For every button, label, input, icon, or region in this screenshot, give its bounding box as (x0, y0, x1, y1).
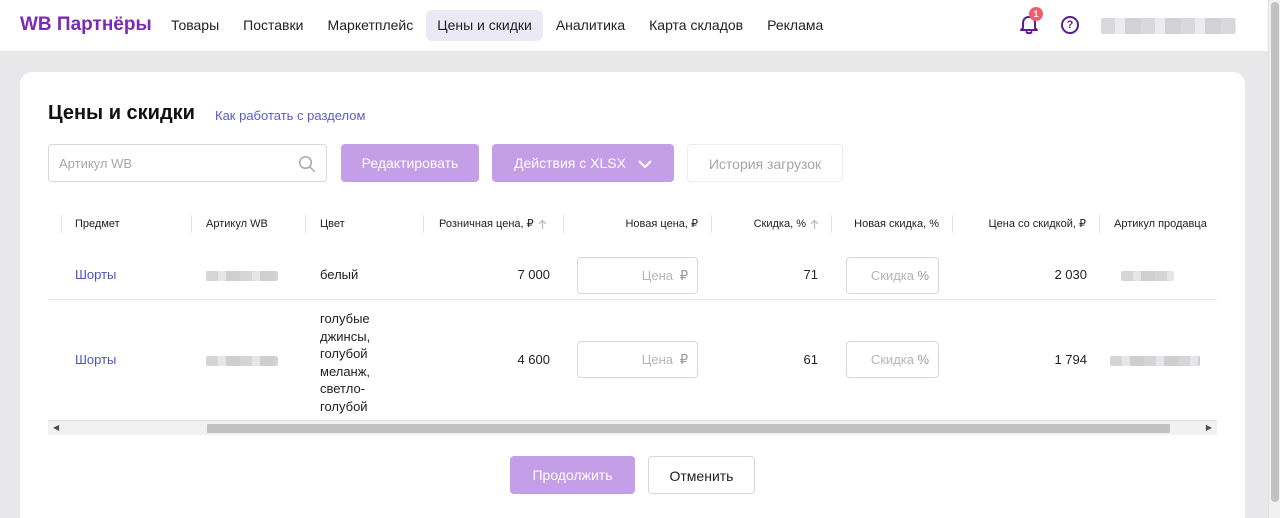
column-separator (191, 215, 192, 233)
column-header-new-price[interactable]: Новая цена, ₽ (578, 208, 698, 240)
subject-link[interactable]: Шорты (75, 267, 116, 282)
percent-suffix: % (917, 352, 929, 367)
search-icon[interactable] (298, 155, 316, 173)
column-header-discounted-price[interactable]: Цена со скидкой, ₽ (963, 208, 1087, 240)
seller-article-value (1121, 271, 1174, 281)
page-scrollbar[interactable] (1268, 0, 1280, 518)
xlsx-actions-button[interactable]: Действия с XLSX (492, 144, 674, 182)
new-discount-field: % (846, 257, 939, 294)
column-header-subject[interactable]: Предмет (75, 208, 120, 240)
search-box (48, 144, 327, 182)
upload-history-button[interactable]: История загрузок (687, 144, 843, 182)
cancel-button[interactable]: Отменить (648, 456, 755, 494)
color-value: голубые джинсы, голубой меланж, светло- … (320, 310, 370, 415)
brand-logo[interactable]: WB Партнёры (20, 14, 152, 36)
column-header-retail-price[interactable]: Розничная цена, ₽ (439, 208, 547, 240)
column-separator (61, 215, 62, 233)
column-header-discount[interactable]: Скидка, % (723, 208, 819, 240)
color-line: голубой (320, 398, 368, 414)
subject-link[interactable]: Шорты (75, 352, 116, 367)
nav-item-supplies[interactable]: Поставки (232, 10, 314, 41)
user-profile[interactable] (1101, 18, 1236, 34)
nav-item-prices-discounts[interactable]: Цены и скидки (426, 10, 543, 41)
sort-arrow-icon[interactable] (810, 219, 819, 230)
discounted-price-value: 2 030 (1054, 267, 1087, 282)
column-separator (831, 215, 832, 233)
table-row: Шорты белый 7 000 ₽ 71 % 2 030 (48, 252, 1217, 300)
discount-header-label: Скидка, % (753, 218, 806, 230)
discount-value: 71 (803, 267, 818, 282)
new-discount-field: % (846, 341, 939, 378)
column-header-seller-article[interactable]: Артикул продавца (1114, 208, 1207, 240)
wb-article-value (206, 356, 278, 366)
percent-suffix: % (917, 268, 929, 283)
ruble-suffix: ₽ (679, 352, 688, 367)
column-separator (563, 215, 564, 233)
table-row: Шорты голубые джинсы, голубой меланж, св… (48, 300, 1217, 422)
page-scrollbar-thumb[interactable] (1271, 2, 1279, 502)
column-separator (711, 215, 712, 233)
color-line: меланж, (320, 363, 371, 379)
column-header-color[interactable]: Цвет (320, 208, 345, 240)
prices-table: Предмет Артикул WB Цвет Розничная цена, … (48, 208, 1217, 422)
xlsx-actions-label: Действия с XLSX (514, 155, 626, 171)
table-horizontal-scrollbar[interactable]: ◀ ▶ (48, 420, 1217, 435)
new-price-field: ₽ (577, 257, 698, 294)
column-separator (305, 215, 306, 233)
table-scrollbar-thumb[interactable] (207, 424, 1170, 433)
color-value: белый (320, 267, 359, 282)
discounted-price-value: 1 794 (1054, 352, 1087, 367)
help-icon[interactable]: ? (1061, 16, 1079, 34)
continue-button[interactable]: Продолжить (510, 456, 635, 494)
wb-article-value (206, 271, 278, 281)
ruble-suffix: ₽ (679, 268, 688, 283)
nav-item-analytics[interactable]: Аналитика (545, 10, 636, 41)
main-nav: Товары Поставки Маркетплейс Цены и скидк… (160, 10, 836, 41)
nav-item-advertising[interactable]: Реклама (756, 10, 834, 41)
column-separator (423, 215, 424, 233)
nav-item-goods[interactable]: Товары (160, 10, 230, 41)
new-price-field: ₽ (577, 341, 698, 378)
edit-button[interactable]: Редактировать (341, 144, 479, 182)
seller-article-value (1110, 356, 1200, 366)
scroll-right-icon[interactable]: ▶ (1206, 423, 1212, 432)
color-line: голубой (320, 346, 368, 361)
retail-price-value: 4 600 (517, 352, 550, 367)
how-to-link[interactable]: Как работать с разделом (215, 108, 365, 123)
prices-card: Цены и скидки Как работать с разделом Ре… (20, 72, 1245, 518)
sort-arrow-icon[interactable] (538, 219, 547, 230)
retail-price-value: 7 000 (517, 267, 550, 282)
retail-price-header-label: Розничная цена, ₽ (439, 218, 534, 230)
chevron-down-icon (638, 160, 652, 168)
discount-value: 61 (803, 352, 818, 367)
column-separator (952, 215, 953, 233)
scroll-left-icon[interactable]: ◀ (53, 423, 59, 432)
column-separator (1099, 215, 1100, 233)
page-title: Цены и скидки (48, 102, 195, 124)
nav-item-warehouse-map[interactable]: Карта складов (638, 10, 754, 41)
color-line: голубые (320, 311, 370, 326)
column-header-wb-article[interactable]: Артикул WB (206, 208, 268, 240)
color-line: светло- (320, 381, 366, 396)
nav-item-marketplace[interactable]: Маркетплейс (316, 10, 424, 41)
color-line: джинсы, (320, 328, 371, 344)
top-bar: WB Партнёры Товары Поставки Маркетплейс … (0, 0, 1268, 52)
notification-badge: 1 (1029, 7, 1043, 21)
column-header-new-discount[interactable]: Новая скидка, % (838, 208, 939, 240)
search-input[interactable] (49, 145, 289, 181)
